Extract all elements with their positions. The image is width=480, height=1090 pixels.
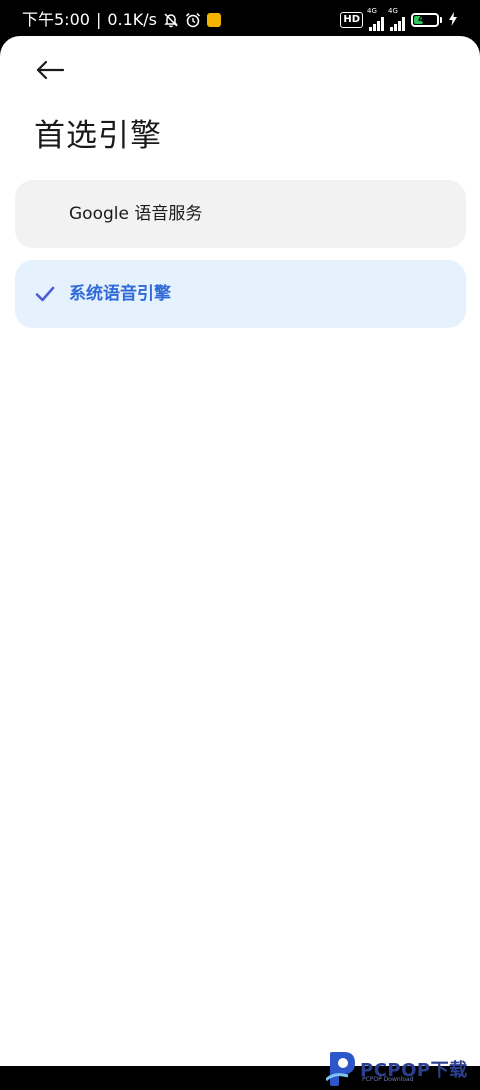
alarm-icon bbox=[185, 12, 201, 28]
network-speed: 0.1K/s bbox=[107, 10, 157, 29]
mute-bell-icon bbox=[163, 12, 179, 28]
signal-icon: 4G bbox=[367, 7, 384, 31]
sim2-network-label: 4G bbox=[388, 7, 398, 15]
option-label: 系统语音引擎 bbox=[69, 284, 171, 304]
hd-badge: HD bbox=[340, 12, 363, 28]
status-right: HD 4G 4G 41 bbox=[340, 7, 458, 31]
option-system-voice-engine[interactable]: 系统语音引擎 bbox=[15, 260, 466, 328]
option-label: Google 语音服务 bbox=[69, 204, 203, 224]
option-google-voice[interactable]: Google 语音服务 bbox=[15, 180, 466, 248]
page-title: 首选引擎 bbox=[34, 118, 162, 154]
status-separator: | bbox=[95, 10, 102, 29]
check-icon bbox=[35, 286, 55, 302]
back-arrow-icon bbox=[36, 60, 64, 80]
pcpop-logo-icon bbox=[326, 1052, 355, 1086]
status-bar: 下午5:00 | 0.1K/s HD 4G 4G 41 bbox=[0, 0, 480, 40]
battery-icon: 41 bbox=[411, 13, 442, 27]
watermark-subtext: PCPOP Download bbox=[362, 1076, 414, 1083]
status-time: 下午5:00 bbox=[22, 10, 90, 29]
charging-icon bbox=[448, 11, 458, 30]
back-button[interactable] bbox=[30, 52, 70, 88]
status-left: 下午5:00 | 0.1K/s bbox=[22, 10, 221, 30]
app-notification-icon bbox=[207, 13, 221, 27]
battery-level: 41 bbox=[418, 14, 432, 25]
watermark: PCPOP下载 PCPOP Download bbox=[326, 1050, 476, 1090]
signal-icon: 4G bbox=[388, 7, 405, 31]
sim1-network-label: 4G bbox=[367, 7, 377, 15]
settings-sheet: 首选引擎 Google 语音服务 系统语音引擎 PCPOP下载 PCPOP Do… bbox=[0, 36, 480, 1086]
